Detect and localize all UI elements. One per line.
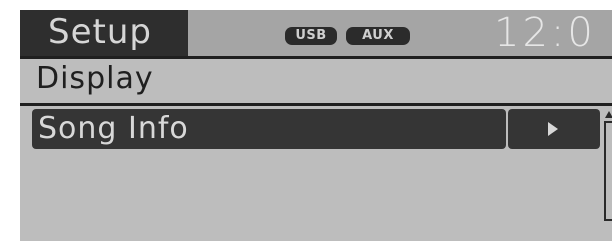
aux-badge: AUX (346, 27, 410, 45)
scroll-track (604, 121, 612, 221)
play-arrow-icon (548, 122, 558, 136)
status-bar: Setup USB AUX 12:0 (20, 10, 612, 56)
divider-mid (20, 103, 612, 106)
page-title: Setup (48, 12, 152, 52)
clock: 12:0 (494, 10, 596, 56)
title-box: Setup (20, 10, 188, 56)
menu-item-song-info[interactable]: Song Info (32, 109, 506, 149)
scrollbar[interactable] (602, 109, 612, 224)
section-title: Display (36, 61, 154, 96)
usb-badge: USB (285, 27, 337, 45)
chevron-up-icon[interactable] (605, 111, 612, 118)
menu-item-label: Song Info (38, 111, 189, 146)
song-info-arrow-button[interactable] (508, 109, 600, 149)
head-unit-screen: Setup USB AUX 12:0 Display Song Info (20, 10, 612, 241)
